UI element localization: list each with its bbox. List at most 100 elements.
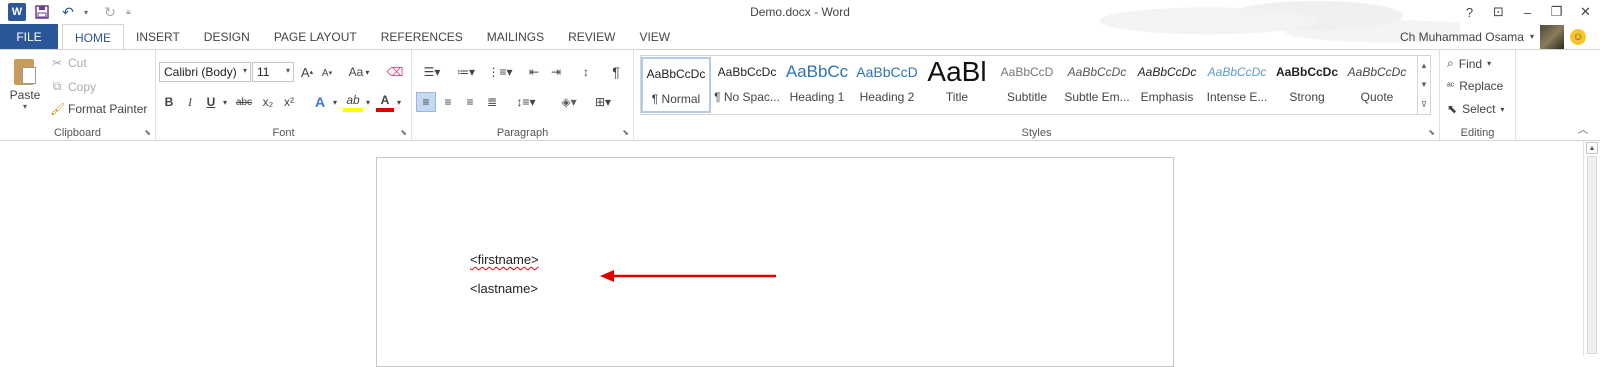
multilevel-list-icon[interactable]: ⋮≡▾: [486, 62, 514, 82]
grow-font-button[interactable]: A ▴: [298, 62, 316, 82]
select-button[interactable]: ⬉ Select ▾: [1447, 102, 1504, 116]
sort-icon[interactable]: ↕: [576, 62, 596, 82]
restore-button[interactable]: ❐: [1542, 0, 1571, 24]
style-emphasis[interactable]: AaBbCcDc Emphasis: [1132, 57, 1202, 113]
align-center-icon[interactable]: ≡: [438, 92, 458, 112]
scroll-up-icon[interactable]: ▲: [1586, 142, 1598, 154]
tab-design[interactable]: DESIGN: [192, 24, 262, 49]
ribbon-tabs: HOME INSERT DESIGN PAGE LAYOUT REFERENCE…: [62, 24, 682, 50]
cut-label: Cut: [68, 56, 87, 70]
numbering-icon[interactable]: ≔▾: [452, 62, 480, 82]
avatar[interactable]: [1540, 24, 1564, 49]
tab-references[interactable]: REFERENCES: [369, 24, 475, 49]
minimize-button[interactable]: –: [1513, 0, 1542, 24]
style-intense-emphasis[interactable]: AaBbCcDc Intense E...: [1202, 57, 1272, 113]
style-subtitle[interactable]: AaBbCcD Subtitle: [992, 57, 1062, 113]
align-left-icon[interactable]: ≡: [416, 92, 436, 112]
close-button[interactable]: ✕: [1571, 0, 1600, 24]
decrease-indent-icon[interactable]: ⇤: [524, 62, 544, 82]
italic-button[interactable]: I: [181, 92, 199, 112]
ribbon-display-options-button[interactable]: ⊡: [1484, 0, 1513, 24]
underline-button[interactable]: U: [202, 92, 220, 112]
tab-insert[interactable]: INSERT: [124, 24, 192, 49]
borders-icon[interactable]: ⊞▾: [588, 92, 618, 112]
styles-gallery: AaBbCcDc ¶ Normal AaBbCcDc ¶ No Spac... …: [640, 55, 1418, 115]
change-case-button[interactable]: Aa ▾: [344, 62, 374, 82]
styles-gallery-scroll[interactable]: ▲ ▼ ⊽: [1417, 55, 1431, 115]
chevron-down-icon[interactable]: ▾: [394, 92, 404, 112]
style-name: Subtle Em...: [1064, 90, 1130, 104]
document-line-lastname[interactable]: <lastname>: [470, 281, 538, 296]
style-title[interactable]: AaBl Title: [922, 57, 992, 113]
cut-button[interactable]: ✂ Cut: [50, 56, 87, 70]
tab-view[interactable]: VIEW: [627, 24, 682, 49]
find-button[interactable]: ⌕ Find ▾: [1447, 56, 1491, 71]
style-no-spacing[interactable]: AaBbCcDc ¶ No Spac...: [712, 57, 782, 113]
justify-icon[interactable]: ≣: [482, 92, 502, 112]
document-page[interactable]: <firstname> <lastname>: [376, 157, 1174, 367]
show-marks-button[interactable]: ¶: [608, 62, 624, 82]
dialog-launcher-icon[interactable]: ⬊: [400, 128, 407, 137]
tab-review[interactable]: REVIEW: [556, 24, 627, 49]
chevron-down-icon[interactable]: ▾: [363, 92, 373, 112]
chevron-up-icon[interactable]: ▲: [1420, 61, 1428, 70]
merge-field-lastname[interactable]: <lastname>: [470, 281, 538, 296]
feedback-smiley-icon[interactable]: ☺: [1570, 28, 1586, 45]
replace-button[interactable]: ᵃᶜ Replace: [1447, 79, 1503, 93]
style-subtle-emphasis[interactable]: AaBbCcDc Subtle Em...: [1062, 57, 1132, 113]
align-right-icon[interactable]: ≡: [460, 92, 480, 112]
style-heading-1[interactable]: AaBbCc Heading 1: [782, 57, 852, 113]
line-spacing-icon[interactable]: ↕≡▾: [512, 92, 540, 112]
more-styles-icon[interactable]: ⊽: [1421, 100, 1427, 109]
increase-indent-icon[interactable]: ⇥: [546, 62, 566, 82]
style-sample: AaBbCcD: [1000, 65, 1054, 79]
shrink-font-button[interactable]: A ▾: [319, 64, 335, 82]
binoculars-icon: ⌕: [1447, 56, 1454, 70]
editing-group-label: Editing: [1460, 127, 1495, 139]
format-painter-button[interactable]: 🖌 Format Painter: [50, 102, 147, 116]
tab-mailings[interactable]: MAILINGS: [475, 24, 556, 49]
clear-formatting-icon[interactable]: ⌫: [386, 62, 404, 82]
dialog-launcher-icon[interactable]: ⬊: [1428, 128, 1435, 137]
paste-button[interactable]: Paste ▾: [8, 56, 42, 111]
style-quote[interactable]: AaBbCcDc Quote: [1342, 57, 1412, 113]
document-area: <firstname> <lastname> ▲: [0, 141, 1600, 367]
tab-home[interactable]: HOME: [62, 24, 124, 50]
style-name: ¶ Normal: [651, 92, 701, 106]
subscript-button[interactable]: x₂: [259, 92, 277, 112]
dialog-launcher-icon[interactable]: ⬊: [144, 128, 151, 137]
clipboard-group: Paste ▾ ✂ Cut ⧉ Copy 🖌 Format Painter Cl…: [0, 50, 156, 141]
bold-button[interactable]: B: [160, 92, 178, 112]
tab-file[interactable]: FILE: [0, 24, 58, 49]
superscript-button[interactable]: x²: [280, 92, 298, 112]
merge-field-firstname[interactable]: <firstname>: [470, 252, 539, 267]
chevron-down-icon[interactable]: ▾: [330, 92, 340, 112]
copy-button[interactable]: ⧉ Copy: [50, 79, 96, 94]
strikethrough-button[interactable]: abc: [233, 92, 255, 112]
bullets-icon[interactable]: ☰▾: [418, 62, 446, 82]
chevron-down-icon[interactable]: ▼: [1420, 80, 1428, 89]
style-sample: AaBbCcDc: [646, 67, 706, 81]
collapse-ribbon-icon[interactable]: ︿: [1578, 121, 1588, 136]
document-line-firstname[interactable]: <firstname>: [470, 252, 539, 267]
styles-group-label: Styles: [1021, 127, 1052, 139]
style-name: ¶ No Spac...: [714, 90, 780, 104]
vertical-scrollbar[interactable]: ▲: [1583, 141, 1600, 356]
font-family-select[interactable]: Calibri (Body) ▾: [159, 62, 251, 82]
scroll-thumb[interactable]: [1587, 156, 1597, 354]
text-effects-button[interactable]: A: [310, 92, 330, 112]
style-heading-2[interactable]: AaBbCcD Heading 2: [852, 57, 922, 113]
ribbon-tab-row: FILE HOME INSERT DESIGN PAGE LAYOUT REFE…: [0, 24, 1600, 50]
font-color-button[interactable]: A: [376, 92, 394, 112]
copy-icon: ⧉: [52, 79, 62, 93]
style-strong[interactable]: AaBbCcDc Strong: [1272, 57, 1342, 113]
user-account[interactable]: Ch Muhammad Osama ▾ ☺: [1400, 24, 1586, 49]
shading-icon[interactable]: ◈▾: [554, 92, 584, 112]
help-button[interactable]: ?: [1455, 0, 1484, 24]
style-normal[interactable]: AaBbCcDc ¶ Normal: [641, 57, 711, 113]
highlight-button[interactable]: ab: [343, 92, 363, 112]
dialog-launcher-icon[interactable]: ⬊: [622, 128, 629, 137]
font-size-select[interactable]: 11 ▾: [252, 62, 294, 82]
underline-dropdown-icon[interactable]: ▾: [220, 92, 230, 112]
tab-page-layout[interactable]: PAGE LAYOUT: [262, 24, 369, 49]
